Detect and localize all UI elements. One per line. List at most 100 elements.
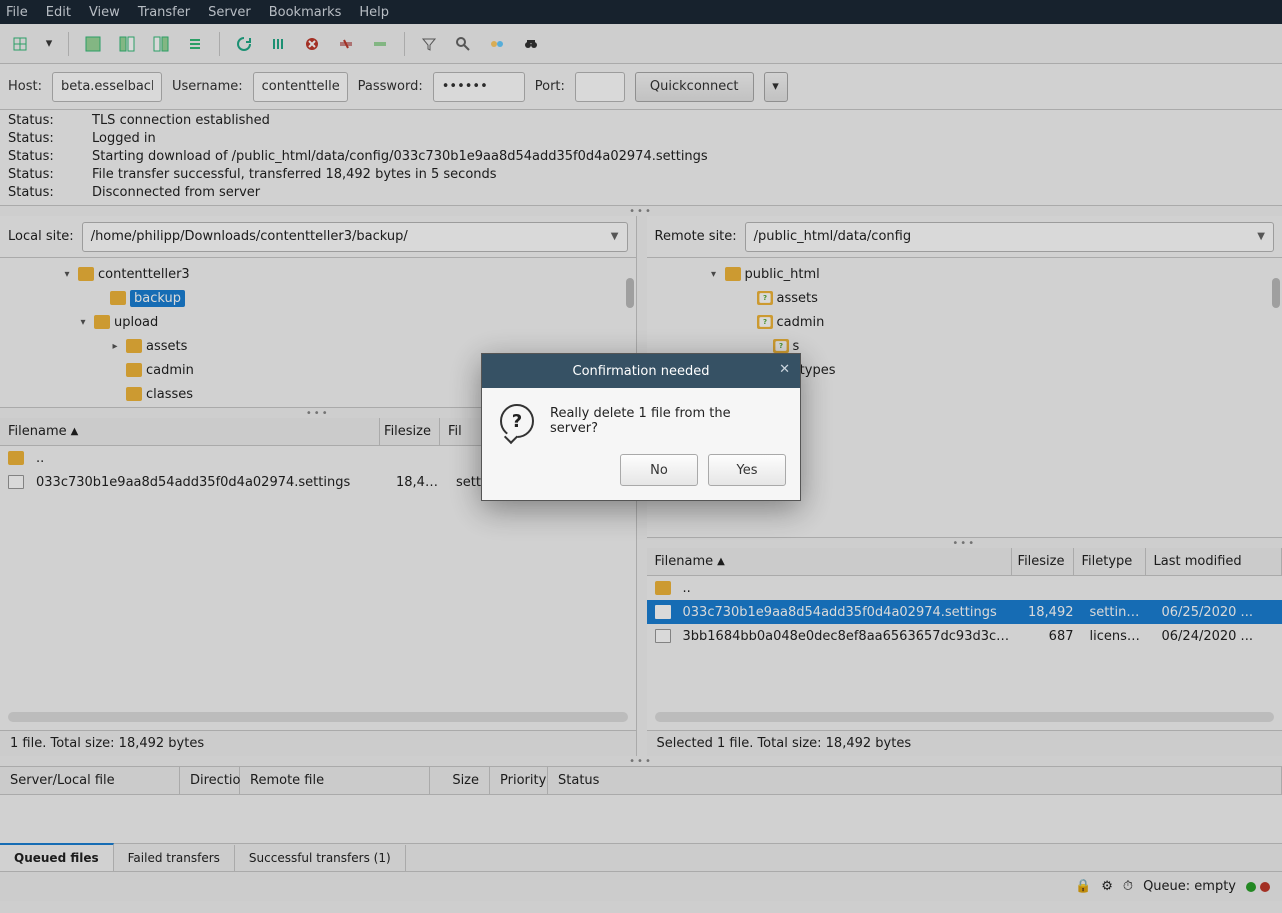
tree-item[interactable]: ▾public_html bbox=[647, 262, 1282, 286]
queue-status: Queue: empty bbox=[1143, 879, 1236, 894]
col-status[interactable]: Status bbox=[548, 767, 1282, 794]
splitter-log[interactable] bbox=[0, 206, 1282, 216]
transfer-tabs: Queued files Failed transfers Successful… bbox=[0, 843, 1282, 871]
disconnect-icon[interactable] bbox=[332, 30, 360, 58]
tab-queued[interactable]: Queued files bbox=[0, 843, 114, 871]
local-path-combo[interactable]: /home/philipp/Downloads/contentteller3/b… bbox=[82, 222, 628, 252]
menu-server[interactable]: Server bbox=[208, 5, 251, 20]
tab-success[interactable]: Successful transfers (1) bbox=[235, 845, 406, 871]
dialog-titlebar[interactable]: Confirmation needed ✕ bbox=[482, 354, 800, 388]
parent-dir-row[interactable]: .. bbox=[647, 576, 1282, 600]
menu-view[interactable]: View bbox=[89, 5, 120, 20]
remote-file-list[interactable]: .. 033c730b1e9aa8d54add35f0d4a02974.sett… bbox=[647, 576, 1282, 730]
cancel-icon[interactable] bbox=[298, 30, 326, 58]
transfer-queue: Server/Local file Directio Remote file S… bbox=[0, 766, 1282, 871]
folder-icon bbox=[110, 291, 126, 305]
tree-item[interactable]: ▾upload bbox=[0, 310, 636, 334]
dialog-title: Confirmation needed bbox=[573, 364, 710, 379]
folder-icon bbox=[725, 267, 741, 281]
log-key: Status: bbox=[8, 112, 64, 130]
search-icon[interactable] bbox=[449, 30, 477, 58]
scrollbar-thumb[interactable] bbox=[1272, 278, 1280, 308]
file-row[interactable]: 3bb1684bb0a048e0dec8ef8aa6563657dc93d3cc… bbox=[647, 624, 1282, 648]
menu-edit[interactable]: Edit bbox=[46, 5, 71, 20]
splitter-transfers[interactable] bbox=[0, 756, 1282, 766]
filter-icon[interactable] bbox=[415, 30, 443, 58]
port-input[interactable] bbox=[575, 72, 625, 102]
folder-icon bbox=[8, 451, 24, 465]
lock-icon[interactable]: 🔒 bbox=[1075, 879, 1091, 894]
tab-failed[interactable]: Failed transfers bbox=[114, 845, 235, 871]
expand-icon[interactable]: ▸ bbox=[108, 341, 122, 352]
folder-icon bbox=[655, 581, 671, 595]
transfer-list[interactable] bbox=[0, 795, 1282, 843]
binoculars-icon[interactable] bbox=[517, 30, 545, 58]
col-direction[interactable]: Directio bbox=[180, 767, 240, 794]
quickconnect-bar: Host: Username: Password: Port: Quickcon… bbox=[0, 64, 1282, 110]
expand-icon[interactable]: ▾ bbox=[60, 269, 74, 280]
chevron-down-icon: ▼ bbox=[611, 231, 619, 242]
splitter-remote-tree[interactable] bbox=[647, 538, 1282, 548]
refresh-icon[interactable] bbox=[230, 30, 258, 58]
col-priority[interactable]: Priority bbox=[490, 767, 548, 794]
tree-item[interactable]: assets bbox=[647, 286, 1282, 310]
close-icon[interactable]: ✕ bbox=[779, 362, 790, 377]
toggle-queue-icon[interactable] bbox=[181, 30, 209, 58]
menu-file[interactable]: File bbox=[6, 5, 28, 20]
scrollbar-h[interactable] bbox=[655, 712, 1275, 722]
scrollbar-thumb[interactable] bbox=[626, 278, 634, 308]
local-path: /home/philipp/Downloads/contentteller3/b… bbox=[91, 229, 408, 244]
toggle-tree-icon[interactable] bbox=[113, 30, 141, 58]
expand-icon[interactable]: ▾ bbox=[707, 269, 721, 280]
tree-label: assets bbox=[146, 339, 187, 354]
folder-icon bbox=[773, 339, 789, 353]
toggle-log-icon[interactable] bbox=[79, 30, 107, 58]
file-icon bbox=[8, 475, 24, 489]
username-label: Username: bbox=[172, 79, 243, 94]
col-server-local[interactable]: Server/Local file bbox=[0, 767, 180, 794]
col-filetype[interactable]: Filetype bbox=[1074, 548, 1146, 575]
password-label: Password: bbox=[358, 79, 423, 94]
col-filesize[interactable]: Filesize bbox=[1012, 548, 1074, 575]
file-row-selected[interactable]: 033c730b1e9aa8d54add35f0d4a02974.setting… bbox=[647, 600, 1282, 624]
toggle-remote-tree-icon[interactable] bbox=[147, 30, 175, 58]
speed-icon[interactable]: ⏱ bbox=[1123, 879, 1133, 894]
chevron-down-icon: ▼ bbox=[1257, 231, 1265, 242]
menu-help[interactable]: Help bbox=[359, 5, 389, 20]
gear-icon[interactable]: ⚙ bbox=[1101, 879, 1113, 894]
yes-button[interactable]: Yes bbox=[708, 454, 786, 486]
col-filesize[interactable]: Filesize bbox=[380, 418, 440, 445]
tree-label: assets bbox=[777, 291, 818, 306]
quickconnect-dropdown[interactable]: ▾ bbox=[764, 72, 788, 102]
confirmation-dialog: Confirmation needed ✕ ? Really delete 1 … bbox=[481, 353, 801, 501]
quickconnect-button[interactable]: Quickconnect bbox=[635, 72, 754, 102]
tree-item[interactable]: cadmin bbox=[647, 310, 1282, 334]
tree-item[interactable]: ▾contentteller3 bbox=[0, 262, 636, 286]
host-input[interactable] bbox=[52, 72, 162, 102]
compare-icon[interactable] bbox=[483, 30, 511, 58]
expand-icon[interactable]: ▾ bbox=[76, 317, 90, 328]
col-remote[interactable]: Remote file bbox=[240, 767, 430, 794]
remote-path-combo[interactable]: /public_html/data/config ▼ bbox=[745, 222, 1274, 252]
col-modified[interactable]: Last modified bbox=[1146, 548, 1282, 575]
message-log[interactable]: Status:TLS connection established Status… bbox=[0, 110, 1282, 206]
col-size[interactable]: Size bbox=[430, 767, 490, 794]
menu-transfer[interactable]: Transfer bbox=[138, 5, 190, 20]
toolbar: ▾ bbox=[0, 24, 1282, 64]
password-input[interactable] bbox=[433, 72, 525, 102]
site-manager-icon[interactable] bbox=[6, 30, 34, 58]
menu-bookmarks[interactable]: Bookmarks bbox=[269, 5, 342, 20]
col-filename[interactable]: Filename▲ bbox=[0, 418, 380, 445]
dialog-message: Really delete 1 file from the server? bbox=[550, 404, 782, 436]
username-input[interactable] bbox=[253, 72, 348, 102]
site-manager-dropdown-icon[interactable]: ▾ bbox=[40, 30, 58, 58]
no-button[interactable]: No bbox=[620, 454, 698, 486]
tree-item[interactable]: backup bbox=[0, 286, 636, 310]
scrollbar-h[interactable] bbox=[8, 712, 628, 722]
tree-label: backup bbox=[130, 290, 185, 307]
tree-label: s bbox=[793, 339, 800, 354]
tree-label: cadmin bbox=[777, 315, 825, 330]
col-filename[interactable]: Filename▲ bbox=[647, 548, 1012, 575]
reconnect-icon[interactable] bbox=[366, 30, 394, 58]
process-queue-icon[interactable] bbox=[264, 30, 292, 58]
